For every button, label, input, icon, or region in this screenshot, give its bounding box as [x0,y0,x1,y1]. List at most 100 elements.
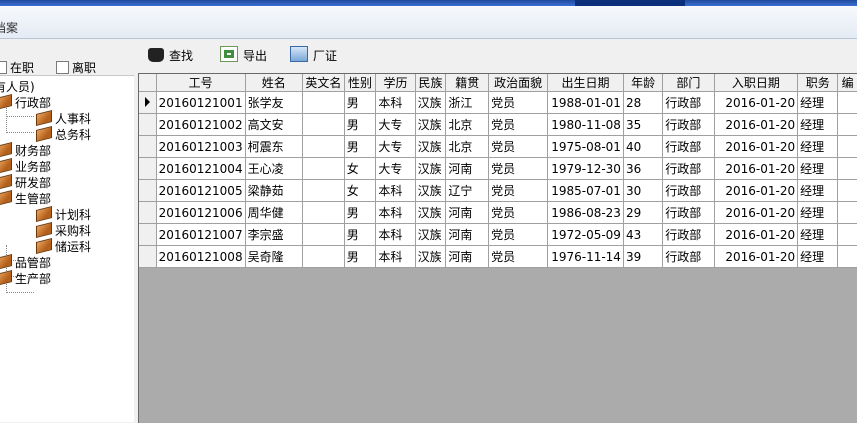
table-cell[interactable]: 30 [623,179,664,202]
table-cell[interactable]: 党员 [488,201,549,224]
table-cell[interactable]: 王心凌 [245,157,303,180]
table-cell[interactable]: 男 [344,223,377,246]
row-header[interactable] [139,223,157,246]
table-cell[interactable]: 女 [344,179,377,202]
tree-root[interactable]: 有人员) [0,79,35,95]
table-cell[interactable]: 20160121002 [156,113,246,136]
table-row[interactable]: 20160121001 张学友 男本科 汉族 浙江 党员 1988-01-01 28 行政部 20… [139,91,857,114]
table-cell[interactable]: 40 [623,135,664,158]
table-cell[interactable]: 男 [344,245,377,268]
table-cell[interactable]: 汉族 [415,201,447,224]
table-cell[interactable]: 吴奇隆 [245,245,303,268]
table-cell[interactable] [837,91,857,114]
table-cell[interactable]: 周华健 [245,201,303,224]
row-header[interactable] [139,135,157,158]
table-cell[interactable]: 汉族 [415,179,447,202]
table-cell[interactable]: 河南 [445,201,490,224]
table-cell[interactable]: 行政部 [662,135,715,158]
factory-cert-button[interactable]: 厂证 [290,46,337,66]
table-cell[interactable]: 行政部 [662,223,715,246]
table-cell[interactable]: 1986-08-23 [547,201,624,224]
table-cell[interactable]: 党员 [488,135,549,158]
table-cell[interactable]: 2016-01-20 [714,223,799,246]
table-cell[interactable]: 辽宁 [445,179,490,202]
table-cell[interactable]: 本科 [375,179,416,202]
table-cell[interactable]: 经理 [797,201,839,224]
tree-node-storage[interactable]: 储运科 [36,238,91,255]
table-cell[interactable]: 河南 [445,223,490,246]
table-cell[interactable]: 大专 [375,113,416,136]
table-cell[interactable]: 43 [623,223,664,246]
employee-grid[interactable]: 工号 姓名 英文名 性别 学历 民族 籍贯 政治面貌 出生日期 年龄 部门 入职… [138,73,857,423]
table-cell[interactable]: 20160121004 [156,157,246,180]
table-cell[interactable]: 2016-01-20 [714,179,799,202]
table-cell[interactable]: 经理 [797,135,839,158]
on-job-checkbox[interactable]: 在职 [0,59,34,76]
table-cell[interactable]: 2016-01-20 [714,135,799,158]
tree-node-general-affairs[interactable]: 总务科 [36,126,91,143]
table-row[interactable]: 20160121007 李宗盛 男本科 汉族 河南 党员 1972-05-09 43 行政部 20… [139,223,857,246]
row-header[interactable] [139,201,157,224]
column-header[interactable]: 学历 [375,74,416,92]
table-cell[interactable]: 20160121001 [156,91,246,114]
table-row[interactable]: 20160121002 高文安 男大专 汉族 北京 党员 1980-11-08 35 行政部 20… [139,113,857,136]
table-cell[interactable]: 39 [623,245,664,268]
table-cell[interactable] [837,245,857,268]
table-cell[interactable]: 大专 [375,135,416,158]
table-cell[interactable]: 经理 [797,91,839,114]
table-row[interactable]: 20160121003 柯震东 男大专 汉族 北京 党员 1975-08-01 40 行政部 20… [139,135,857,158]
table-cell[interactable] [302,245,345,268]
table-cell[interactable] [837,223,857,246]
table-cell[interactable]: 河南 [445,157,490,180]
table-cell[interactable]: 汉族 [415,135,447,158]
column-header[interactable]: 工号 [156,74,246,92]
tree-node-rnd[interactable]: 研发部 [0,174,51,191]
tree-node-finance[interactable]: 财务部 [0,142,51,159]
tree-node-planning[interactable]: 计划科 [36,206,91,223]
column-header[interactable]: 年龄 [623,74,664,92]
row-header[interactable] [139,113,157,136]
table-row[interactable]: 20160121008 吴奇隆 男本科 汉族 河南 党员 1976-11-14 39 行政部 20… [139,245,857,268]
table-cell[interactable]: 汉族 [415,245,447,268]
column-header[interactable]: 民族 [415,74,447,92]
table-cell[interactable]: 1972-05-09 [547,223,624,246]
table-cell[interactable]: 20160121005 [156,179,246,202]
table-cell[interactable]: 2016-01-20 [714,201,799,224]
table-cell[interactable]: 本科 [375,91,416,114]
column-header[interactable]: 英文名 [302,74,345,92]
table-cell[interactable]: 汉族 [415,91,447,114]
table-cell[interactable]: 1976-11-14 [547,245,624,268]
tree-node-production[interactable]: 生产部 [0,270,51,287]
table-cell[interactable] [302,113,345,136]
table-cell[interactable]: 行政部 [662,113,715,136]
tree-node-hr[interactable]: 人事科 [36,110,91,127]
table-cell[interactable] [302,201,345,224]
column-header[interactable]: 职务 [797,74,839,92]
table-cell[interactable]: 男 [344,91,377,114]
table-cell[interactable]: 1985-07-01 [547,179,624,202]
table-cell[interactable]: 本科 [375,245,416,268]
find-button[interactable]: 查找 [148,46,193,66]
table-cell[interactable]: 20160121003 [156,135,246,158]
table-cell[interactable] [302,157,345,180]
table-cell[interactable]: 经理 [797,223,839,246]
column-header[interactable]: 部门 [662,74,715,92]
table-cell[interactable]: 大专 [375,157,416,180]
table-cell[interactable] [837,179,857,202]
table-cell[interactable]: 柯震东 [245,135,303,158]
tree-node-business[interactable]: 业务部 [0,158,51,175]
table-cell[interactable]: 女 [344,157,377,180]
table-row[interactable]: 20160121005 梁静茹 女本科 汉族 辽宁 党员 1985-07-01 30 行政部 20… [139,179,857,202]
table-cell[interactable]: 29 [623,201,664,224]
table-cell[interactable] [837,157,857,180]
table-cell[interactable]: 行政部 [662,157,715,180]
table-cell[interactable] [302,179,345,202]
tree-node-purchasing[interactable]: 采购科 [36,222,91,239]
table-cell[interactable]: 2016-01-20 [714,157,799,180]
column-header[interactable]: 入职日期 [714,74,799,92]
table-cell[interactable]: 2016-01-20 [714,91,799,114]
table-cell[interactable]: 汉族 [415,223,447,246]
table-cell[interactable]: 党员 [488,179,549,202]
table-cell[interactable]: 高文安 [245,113,303,136]
column-header[interactable]: 姓名 [245,74,303,92]
